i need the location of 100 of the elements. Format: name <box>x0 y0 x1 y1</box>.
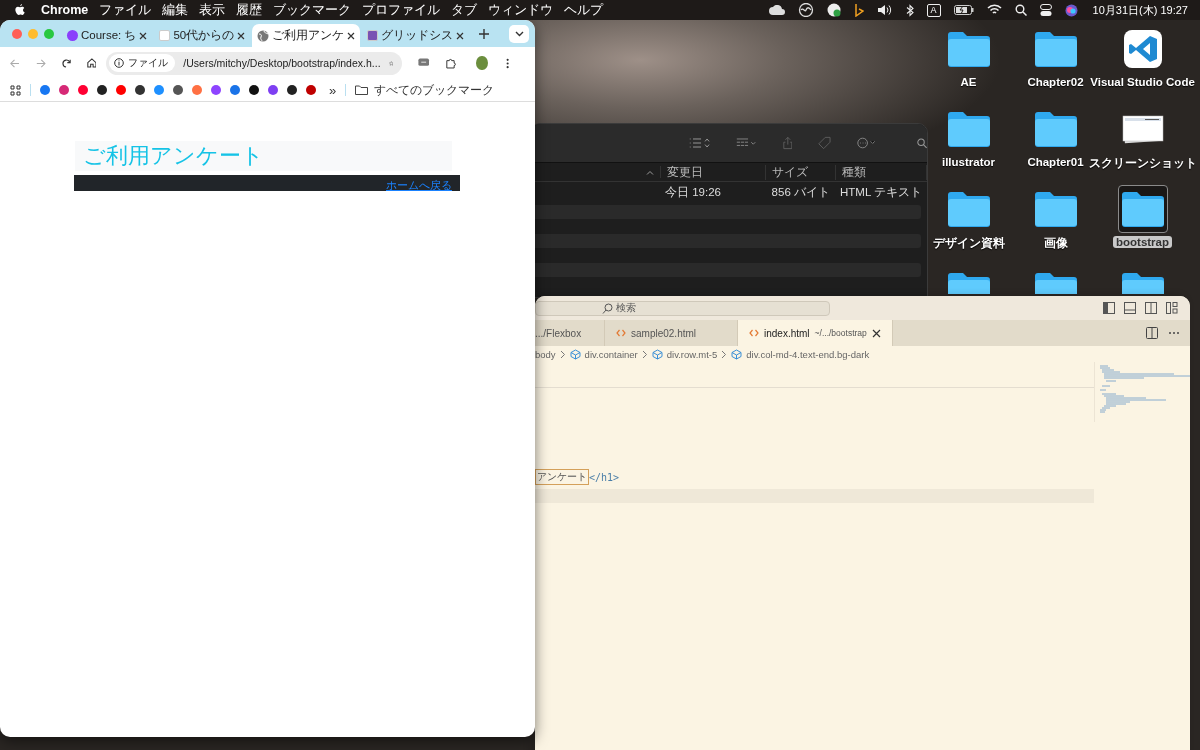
clock-text[interactable]: 10月31日(木) 19:27 <box>1092 2 1188 18</box>
input-source-indicator[interactable]: A <box>926 3 941 17</box>
modified-date-cell-text: 今日 19:26 <box>664 185 722 200</box>
tab-label[interactable]: .../Flexbox <box>535 327 582 339</box>
close-icon[interactable] <box>237 31 246 40</box>
browser-tab[interactable]: ご利用アンケ <box>252 24 361 47</box>
more-actions-icon[interactable] <box>1168 331 1180 335</box>
code-file-icon <box>749 329 759 337</box>
tab-label[interactable]: sample02.html <box>631 327 697 339</box>
battery-charging-icon[interactable] <box>953 5 974 15</box>
site-info-chip[interactable]: ファイル <box>109 54 176 72</box>
desktop-icon-label[interactable]: デザイン資料 <box>929 236 1008 251</box>
tab-path: ~/.../bootstrap <box>814 328 867 338</box>
volume-icon[interactable] <box>876 4 893 16</box>
close-icon[interactable] <box>871 328 881 338</box>
breadcrumb-item[interactable]: div.container <box>584 348 638 360</box>
cloud-icon[interactable] <box>768 5 785 15</box>
sidebar-toggle-icon[interactable] <box>1103 302 1115 314</box>
page-heading: ご利用アンケート <box>75 141 452 171</box>
apple-logo-icon[interactable] <box>14 3 26 17</box>
home-link[interactable]: ホームへ戻る <box>386 179 452 191</box>
menu-item[interactable]: 編集 <box>162 1 189 19</box>
menu-item[interactable]: 履歴 <box>236 1 263 19</box>
site-favicon-icon <box>67 30 78 41</box>
tab-label[interactable]: index.html <box>764 327 810 339</box>
browser-tab[interactable]: 50代からの <box>154 24 251 47</box>
column-header[interactable]: 種類 <box>836 164 927 180</box>
chat-bubble-icon[interactable] <box>418 57 430 69</box>
siri-icon[interactable] <box>1064 3 1078 17</box>
home-icon[interactable] <box>86 57 97 69</box>
bookmarks-overflow-button[interactable]: » <box>329 82 337 98</box>
desktop-icon-label[interactable]: bootstrap <box>1113 236 1172 248</box>
code-editor-app-icon[interactable] <box>1123 30 1162 68</box>
code-file-icon <box>616 329 626 337</box>
address-bar[interactable]: ファイル /Users/mitchy/Desktop/bootstrap/index.h... <box>106 51 403 75</box>
desktop-icon-tile[interactable] <box>1117 185 1168 233</box>
app-name-menu[interactable]: Chrome <box>41 3 89 17</box>
menu-item[interactable]: ブックマーク <box>273 1 352 19</box>
folder-icon[interactable] <box>1120 191 1165 227</box>
puzzle-piece-icon[interactable] <box>445 56 457 70</box>
sync-status-icon[interactable] <box>826 3 841 17</box>
close-icon[interactable] <box>139 31 148 40</box>
chevron-right-icon <box>721 349 728 359</box>
browser-tab[interactable]: Course: ち <box>62 24 153 47</box>
list-view-icon[interactable] <box>689 137 710 149</box>
tab-search-button[interactable] <box>509 24 529 43</box>
reload-icon[interactable] <box>61 57 71 69</box>
command-search-field[interactable]: 検索 <box>535 300 830 316</box>
grid-view-icon[interactable] <box>735 137 757 149</box>
menu-item[interactable]: ヘルプ <box>564 1 604 19</box>
breadcrumb-item[interactable]: div.col-md-4.text-end.bg-dark <box>746 348 870 360</box>
desktop-icon-label[interactable]: illustrator <box>938 156 998 168</box>
menu-item[interactable]: ウィンドウ <box>488 1 554 19</box>
info-icon <box>114 58 125 68</box>
screenshot-stack-icon[interactable] <box>1120 114 1165 144</box>
editor-tab[interactable]: index.html ~/.../bootstrap <box>738 320 893 346</box>
menu-item[interactable]: タブ <box>451 1 478 19</box>
sort-caret-icon[interactable] <box>646 169 654 175</box>
column-header[interactable]: 変更日 <box>661 164 766 180</box>
close-icon[interactable] <box>456 31 465 40</box>
chevron-down-icon <box>514 30 524 37</box>
desktop-icon-label[interactable]: 画像 <box>1040 236 1071 251</box>
desktop-icon-label[interactable]: Chapter01 <box>1024 156 1087 168</box>
desktop-icon-label[interactable]: AE <box>957 76 980 88</box>
search-icon[interactable] <box>1014 4 1027 16</box>
all-bookmarks-button[interactable]: すべてのブックマーク <box>355 82 495 98</box>
breadcrumb-item[interactable]: div.row.mt-5 <box>666 348 718 360</box>
more-options-icon[interactable] <box>857 136 877 150</box>
secondary-sidebar-icon[interactable] <box>1145 302 1157 314</box>
panel-toggle-icon[interactable] <box>1124 302 1136 314</box>
breadcrumb-item[interactable]: body <box>535 348 556 360</box>
new-tab-plus-icon[interactable] <box>479 28 490 39</box>
menu-item[interactable]: ファイル <box>99 1 152 19</box>
cube-icon <box>569 348 581 360</box>
column-header[interactable]: サイズ <box>766 164 836 180</box>
browser-tab[interactable]: グリッドシス <box>362 24 470 47</box>
site-favicon-icon <box>367 30 379 41</box>
desktop-icon-label[interactable]: Chapter02 <box>1024 76 1087 88</box>
cube-icon <box>651 348 663 360</box>
desktop-icon-label[interactable]: スクリーンショット <box>1085 156 1200 171</box>
bluetooth-icon[interactable] <box>905 3 914 17</box>
chevron-right-icon <box>641 349 648 359</box>
menu-item[interactable]: 表示 <box>199 1 226 19</box>
profile-avatar[interactable] <box>476 56 488 70</box>
globe-icon <box>257 29 270 42</box>
layout-customize-icon[interactable] <box>1166 302 1178 314</box>
split-editor-icon[interactable] <box>1146 327 1158 339</box>
file-type-cell-text: HTML テキスト <box>839 185 924 200</box>
control-center-icon[interactable] <box>1039 3 1052 17</box>
chevron-right-icon <box>559 349 566 359</box>
cube-icon <box>731 348 743 360</box>
desktop-icon-label[interactable]: Visual Studio Code <box>1087 76 1198 88</box>
menu-icon[interactable] <box>505 56 509 70</box>
search-icon <box>602 302 613 314</box>
menu-item[interactable]: プロファイル <box>362 1 441 19</box>
folder-outline-icon <box>355 85 369 95</box>
close-icon[interactable] <box>347 31 356 40</box>
wifi-icon[interactable] <box>986 4 1002 16</box>
apps-grid-icon[interactable] <box>10 84 21 96</box>
site-favicon-icon <box>159 30 171 41</box>
